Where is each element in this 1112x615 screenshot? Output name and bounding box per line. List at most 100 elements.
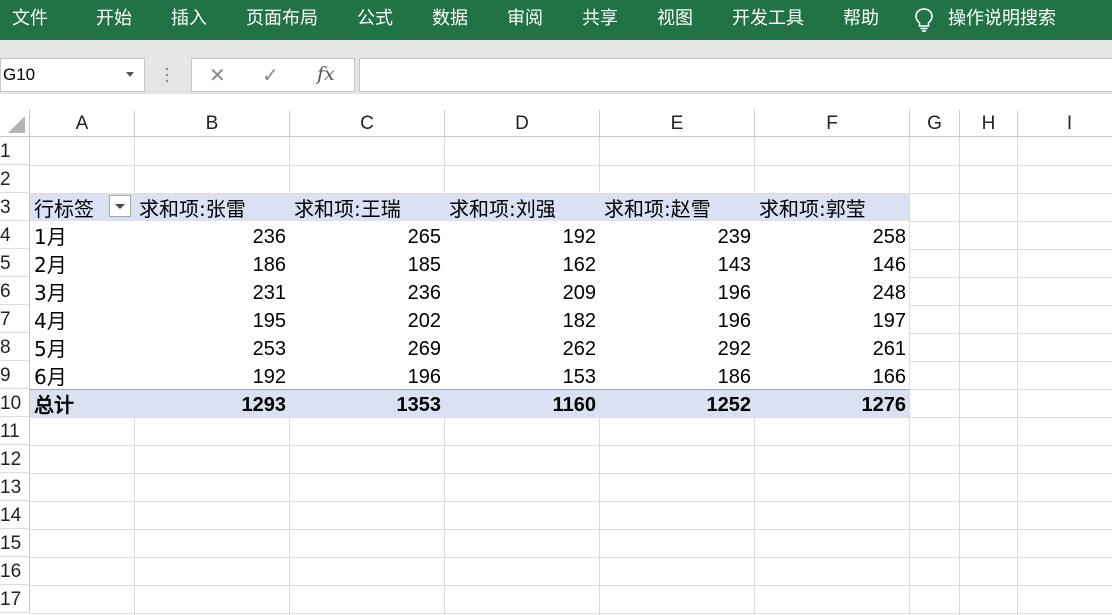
total-label[interactable]: 总计 [34,389,134,417]
col-header-b[interactable]: B [135,110,290,137]
value-cell[interactable]: 269 [290,333,441,361]
value-cell[interactable]: 197 [755,305,906,333]
value-cell[interactable]: 146 [755,249,906,277]
total-cell[interactable]: 1276 [755,389,907,417]
row-header[interactable]: 6 [0,277,30,305]
select-all-corner[interactable] [0,110,30,137]
pivot-value-header[interactable]: 求和项:郭莹 [759,193,909,221]
value-cell[interactable]: 248 [755,277,906,305]
value-cell[interactable]: 236 [135,221,286,249]
formula-input[interactable] [359,58,1112,92]
row-label[interactable]: 6月 [34,361,134,389]
tab-help[interactable]: 帮助 [843,0,879,40]
pivot-value-header[interactable]: 求和项:赵雪 [604,193,754,221]
more-options-icon[interactable] [165,66,169,84]
value-cell[interactable]: 239 [600,221,751,249]
gridline [909,137,910,615]
tab-review[interactable]: 审阅 [507,0,543,40]
tab-formulas[interactable]: 公式 [357,0,393,40]
row-label[interactable]: 5月 [34,333,134,361]
tab-home[interactable]: 开始 [96,0,132,40]
total-cell[interactable]: 1252 [600,389,752,417]
lightbulb-icon[interactable] [913,7,935,33]
value-cell[interactable]: 209 [445,277,596,305]
row-header[interactable]: 11 [0,417,30,445]
row-label[interactable]: 4月 [34,305,134,333]
value-cell[interactable]: 196 [290,361,441,389]
value-cell[interactable]: 253 [135,333,286,361]
value-cell[interactable]: 196 [600,305,751,333]
row-header[interactable]: 1 [0,137,30,165]
tab-file[interactable]: 文件 [12,0,48,40]
tell-me-search[interactable]: 操作说明搜索 [948,0,1056,40]
value-cell[interactable]: 186 [600,361,751,389]
col-header-h[interactable]: H [960,110,1018,137]
row-header[interactable]: 4 [0,221,30,249]
pivot-value-header[interactable]: 求和项:王瑞 [294,193,444,221]
total-cell[interactable]: 1160 [445,389,596,417]
value-cell[interactable]: 143 [600,249,751,277]
row-header[interactable]: 8 [0,333,30,361]
row-header[interactable]: 14 [0,501,30,529]
row-header[interactable]: 7 [0,305,30,333]
confirm-icon[interactable]: ✓ [262,63,279,87]
value-cell[interactable]: 192 [445,221,596,249]
col-header-f[interactable]: F [755,110,910,137]
row-header[interactable]: 2 [0,165,30,193]
total-cell[interactable]: 1353 [290,389,442,417]
value-cell[interactable]: 185 [290,249,441,277]
value-cell[interactable]: 231 [135,277,286,305]
tab-share[interactable]: 共享 [582,0,618,40]
value-cell[interactable]: 196 [600,277,751,305]
value-cell[interactable]: 166 [755,361,906,389]
value-cell[interactable]: 153 [445,361,596,389]
chevron-down-icon[interactable] [126,72,134,77]
col-header-c[interactable]: C [290,110,445,137]
value-cell[interactable]: 186 [135,249,286,277]
row-header[interactable]: 5 [0,249,30,277]
row-header[interactable]: 13 [0,473,30,501]
row-header[interactable]: 12 [0,445,30,473]
row-header[interactable]: 9 [0,361,30,389]
total-cell[interactable]: 1293 [135,389,287,417]
value-cell[interactable]: 292 [600,333,751,361]
pivot-value-header[interactable]: 求和项:刘强 [449,193,599,221]
row-label[interactable]: 1月 [34,221,134,249]
name-box[interactable]: G10 [0,58,145,92]
row-header[interactable]: 10 [0,389,30,417]
cancel-icon[interactable]: ✕ [209,63,226,87]
col-header-d[interactable]: D [445,110,600,137]
pivot-row-label-header[interactable]: 行标签 [34,193,106,221]
tab-view[interactable]: 视图 [657,0,693,40]
tab-insert[interactable]: 插入 [171,0,207,40]
tab-data[interactable]: 数据 [432,0,468,40]
value-cell[interactable]: 162 [445,249,596,277]
tab-developer[interactable]: 开发工具 [732,0,804,40]
insert-function-button[interactable]: fx [317,63,335,85]
value-cell[interactable]: 202 [290,305,441,333]
value-cell[interactable]: 261 [755,333,906,361]
gridline [754,417,755,615]
col-header-g[interactable]: G [910,110,960,137]
value-cell[interactable]: 182 [445,305,596,333]
value-cell[interactable]: 192 [135,361,286,389]
col-header-a[interactable]: A [30,110,135,137]
col-header-e[interactable]: E [600,110,755,137]
value-cell[interactable]: 262 [445,333,596,361]
row-header[interactable]: 3 [0,193,30,221]
pivot-value-header[interactable]: 求和项:张雷 [139,193,289,221]
value-cell[interactable]: 195 [135,305,286,333]
row-label[interactable]: 3月 [34,277,134,305]
value-cell[interactable]: 258 [755,221,906,249]
value-cell[interactable]: 265 [290,221,441,249]
gridline [134,417,135,615]
col-header-i[interactable]: I [1018,110,1112,137]
filter-dropdown-icon[interactable] [109,195,131,217]
row-header[interactable]: 17 [0,585,30,613]
row-header[interactable]: 16 [0,557,30,585]
gridline [30,557,1112,558]
tab-page-layout[interactable]: 页面布局 [246,0,318,40]
value-cell[interactable]: 236 [290,277,441,305]
row-header[interactable]: 15 [0,529,30,557]
row-label[interactable]: 2月 [34,249,134,277]
